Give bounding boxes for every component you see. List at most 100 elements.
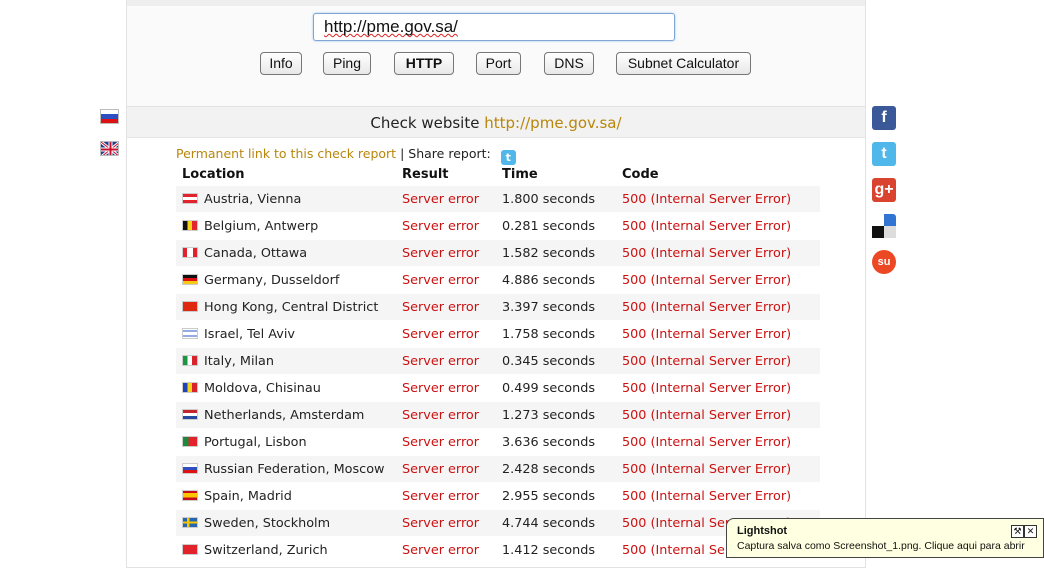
results-table: Location Result Time Code Austria, Vienn… <box>176 162 820 564</box>
location-label: Canada, Ottawa <box>204 245 308 261</box>
location-cell: Germany, Dusseldorf <box>176 266 396 294</box>
time-cell: 0.345 seconds <box>496 347 616 375</box>
switzerland-flag-icon <box>182 543 198 555</box>
table-row: Russian Federation, Moscow Server error 2.… <box>176 455 820 483</box>
location-cell: Russian Federation, Moscow <box>176 455 396 483</box>
code-cell: 500 (Internal Server Error) <box>616 482 820 510</box>
location-cell: Belgium, Antwerp <box>176 212 396 240</box>
sweden-flag-icon <box>182 516 198 528</box>
time-cell: 4.744 seconds <box>496 509 616 537</box>
spain-flag-icon <box>182 489 198 501</box>
location-label: Sweden, Stockholm <box>204 515 331 531</box>
report-heading-link[interactable]: http://pme.gov.sa/ <box>484 114 621 132</box>
location-cell: Sweden, Stockholm <box>176 509 396 537</box>
result-cell: Server error <box>396 482 496 510</box>
time-cell: 3.397 seconds <box>496 293 616 321</box>
share-label: Share report: <box>408 146 491 161</box>
table-row: Sweden, Stockholm Server error 4.744 secon… <box>176 509 820 537</box>
location-label: Austria, Vienna <box>204 191 302 207</box>
moldova-flag-icon <box>182 381 198 393</box>
time-cell: 2.428 seconds <box>496 455 616 483</box>
tool-button-port[interactable]: Port <box>476 52 521 75</box>
code-cell: 500 (Internal Server Error) <box>616 293 820 321</box>
tool-button-info[interactable]: Info <box>260 52 302 75</box>
table-row: Hong Kong, Central District Server error 3… <box>176 293 820 321</box>
code-cell: 500 (Internal Server Error) <box>616 347 820 375</box>
location-label: Germany, Dusseldorf <box>204 272 340 288</box>
table-row: Portugal, Lisbon Server error 3.636 second… <box>176 428 820 456</box>
close-icon[interactable]: ✕ <box>1024 525 1037 538</box>
result-cell: Server error <box>396 374 496 402</box>
germany-flag-icon <box>182 273 198 285</box>
time-cell: 1.758 seconds <box>496 320 616 348</box>
table-row: Belgium, Antwerp Server error 0.281 second… <box>176 212 820 240</box>
location-cell: Italy, Milan <box>176 347 396 375</box>
tool-button-ping[interactable]: Ping <box>323 52 371 75</box>
location-cell: Canada, Ottawa <box>176 239 396 267</box>
canada-flag-icon <box>182 246 198 258</box>
russian-flag-icon[interactable] <box>100 109 119 124</box>
italy-flag-icon <box>182 354 198 366</box>
result-cell: Server error <box>396 509 496 537</box>
permalink-link[interactable]: Permanent link to this check report <box>176 146 396 161</box>
location-cell: Netherlands, Amsterdam <box>176 401 396 429</box>
facebook-icon[interactable]: f <box>872 106 896 130</box>
time-cell: 1.273 seconds <box>496 401 616 429</box>
location-cell: Switzerland, Zurich <box>176 536 396 564</box>
lightshot-title: Lightshot <box>737 525 788 537</box>
time-cell: 3.636 seconds <box>496 428 616 456</box>
result-cell: Server error <box>396 455 496 483</box>
israel-flag-icon <box>182 327 198 339</box>
delicious-icon[interactable] <box>872 214 896 238</box>
result-cell: Server error <box>396 186 496 213</box>
table-row: Israel, Tel Aviv Server error 1.758 second… <box>176 320 820 348</box>
table-row: Switzerland, Zurich Server error 1.412 sec… <box>176 536 820 564</box>
result-cell: Server error <box>396 266 496 294</box>
location-cell: Moldova, Chisinau <box>176 374 396 402</box>
table-row: Italy, Milan Server error 0.345 seconds 500… <box>176 347 820 375</box>
code-cell: 500 (Internal Server Error) <box>616 401 820 429</box>
result-cell: Server error <box>396 212 496 240</box>
time-cell: 1.800 seconds <box>496 186 616 213</box>
result-cell: Server error <box>396 401 496 429</box>
location-cell: Israel, Tel Aviv <box>176 320 396 348</box>
top-strip <box>127 0 865 6</box>
report-panel: Check website http://pme.gov.sa/ Permane… <box>126 106 866 568</box>
lightshot-message[interactable]: Captura salva como Screenshot_1.png. Cli… <box>737 540 1025 552</box>
settings-icon[interactable]: ⚒ <box>1011 525 1024 538</box>
table-row: Canada, Ottawa Server error 1.582 seconds 5… <box>176 239 820 267</box>
column-header-time: Time <box>502 166 538 182</box>
result-cell: Server error <box>396 239 496 267</box>
separator: | <box>400 146 405 161</box>
code-cell: 500 (Internal Server Error) <box>616 455 820 483</box>
location-cell: Spain, Madrid <box>176 482 396 510</box>
result-cell: Server error <box>396 320 496 348</box>
time-cell: 2.955 seconds <box>496 482 616 510</box>
code-cell: 500 (Internal Server Error) <box>616 320 820 348</box>
code-cell: 500 (Internal Server Error) <box>616 186 820 213</box>
tool-button-dns[interactable]: DNS <box>544 52 594 75</box>
location-label: Switzerland, Zurich <box>204 542 328 558</box>
table-row: Spain, Madrid Server error 2.955 seconds 50… <box>176 482 820 510</box>
tool-button-subnet-calculator[interactable]: Subnet Calculator <box>616 52 751 75</box>
result-cell: Server error <box>396 293 496 321</box>
tool-buttons: Info Ping HTTP Port DNS Subnet Calculator <box>127 52 865 76</box>
location-cell: Hong Kong, Central District <box>176 293 396 321</box>
location-cell: Austria, Vienna <box>176 186 396 213</box>
english-flag-icon[interactable] <box>100 141 119 156</box>
code-cell: 500 (Internal Server Error) <box>616 266 820 294</box>
austria-flag-icon <box>182 192 198 204</box>
location-label: Hong Kong, Central District <box>204 299 379 315</box>
lightshot-notification[interactable]: Lightshot Captura salva como Screenshot_… <box>726 518 1044 558</box>
table-row: Germany, Dusseldorf Server error 4.886 sec… <box>176 266 820 294</box>
stumbleupon-icon[interactable]: su <box>872 250 896 274</box>
url-input[interactable]: http://pme.gov.sa/ <box>313 13 675 41</box>
time-cell: 1.582 seconds <box>496 239 616 267</box>
result-cell: Server error <box>396 347 496 375</box>
url-input-value: http://pme.gov.sa/ <box>324 17 458 36</box>
tool-button-http[interactable]: HTTP <box>394 52 454 75</box>
location-label: Netherlands, Amsterdam <box>204 407 365 423</box>
google-plus-icon[interactable]: g+ <box>872 178 896 202</box>
report-heading-prefix: Check website <box>370 114 480 132</box>
twitter-icon[interactable]: t <box>872 142 896 166</box>
